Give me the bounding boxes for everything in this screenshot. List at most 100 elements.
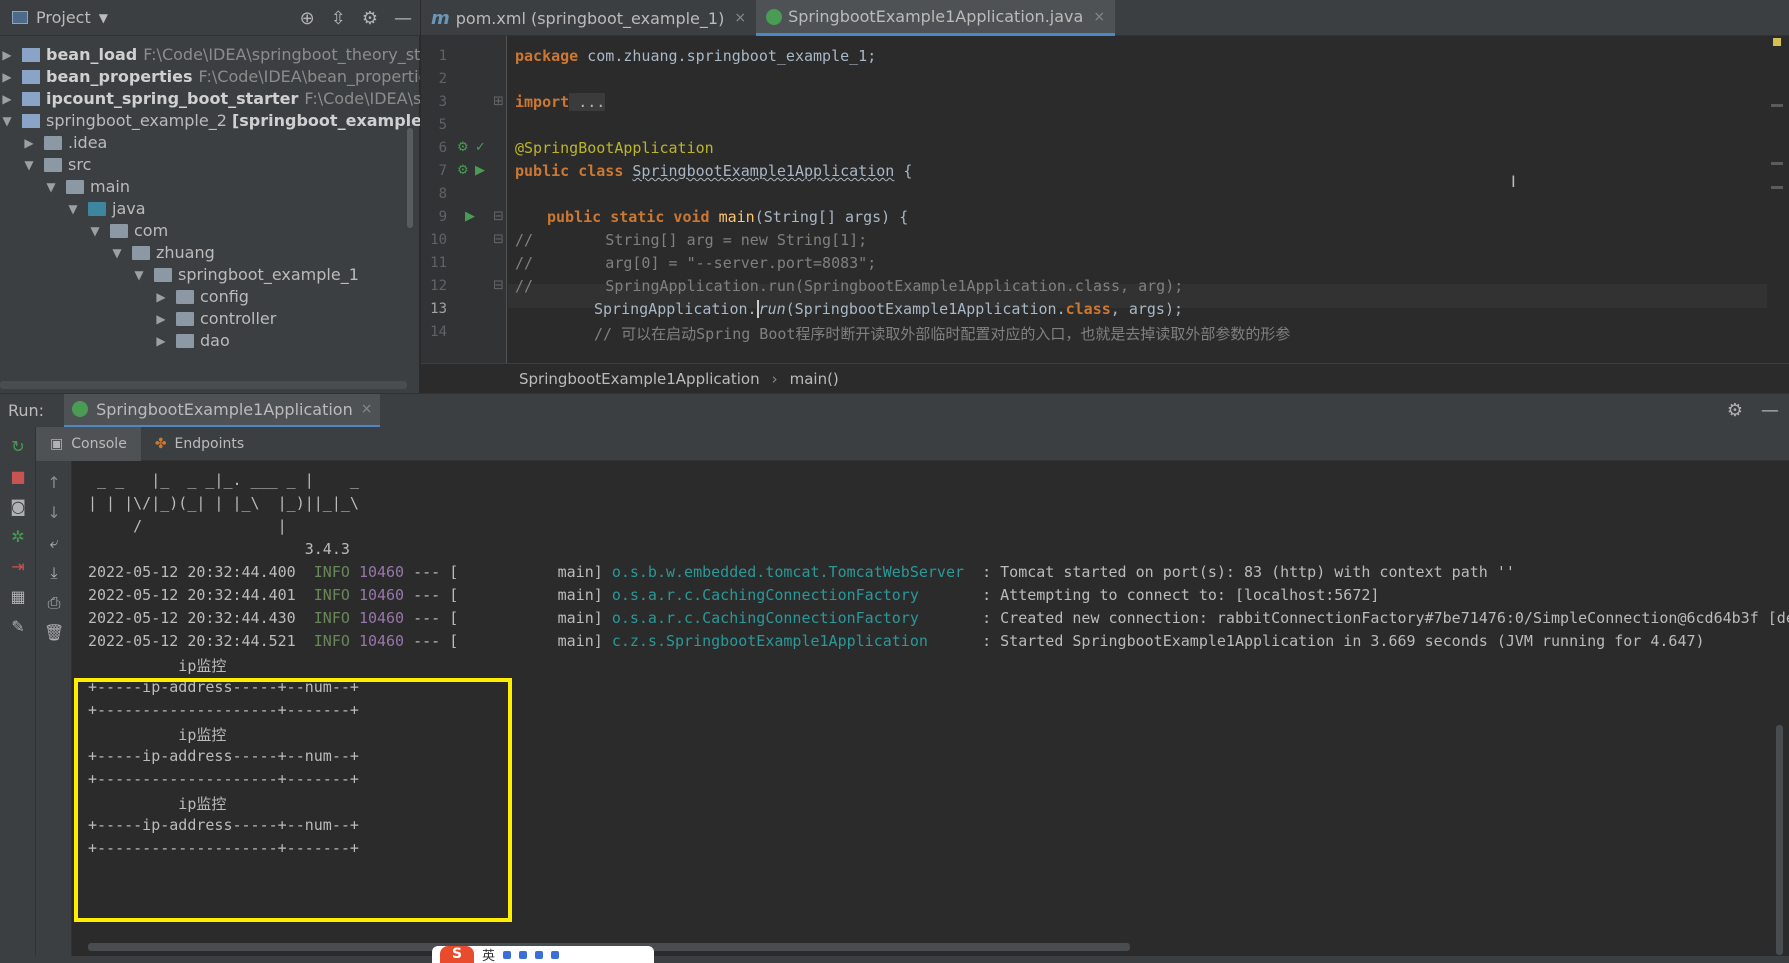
tab-endpoints[interactable]: ✤ Endpoints xyxy=(141,427,258,461)
stripe-mark[interactable] xyxy=(1771,186,1783,189)
close-icon[interactable]: × xyxy=(1093,9,1105,25)
gear-icon[interactable]: ⚙ xyxy=(362,8,378,29)
code-text: com.zhuang.springboot_example_1; xyxy=(578,47,877,65)
fold-icon[interactable]: ⊟ xyxy=(493,232,504,247)
log-pid: 10460 xyxy=(358,632,405,650)
chevron-down-icon[interactable]: ▼ xyxy=(44,180,58,194)
log-level: INFO xyxy=(313,563,350,581)
line-number: 14 xyxy=(430,324,447,340)
spring-bean-icon[interactable]: ✓ xyxy=(475,140,486,155)
breadcrumb-method[interactable]: main() xyxy=(790,370,839,388)
log-logger[interactable]: c.z.s.SpringbootExample1Application xyxy=(612,632,928,650)
ime-tool-icon[interactable] xyxy=(551,950,560,959)
ime-tool-icon[interactable] xyxy=(503,950,512,959)
tab-springboot-application[interactable]: SpringbootExample1Application.java × xyxy=(756,0,1116,36)
chevron-right-icon[interactable]: ▶ xyxy=(154,312,168,326)
chevron-right-icon[interactable]: ▶ xyxy=(0,48,14,62)
debug-icon[interactable]: ✲ xyxy=(8,527,28,547)
code-line-12: // SpringApplication.run(SpringbootExamp… xyxy=(515,277,1184,295)
chevron-down-icon[interactable]: ▼ xyxy=(110,246,124,260)
ime-toolbar[interactable]: S 英 xyxy=(432,946,654,963)
locate-icon[interactable]: ⊕ xyxy=(300,8,315,29)
ime-tool-icon[interactable] xyxy=(535,950,544,959)
spring-bean-icon[interactable]: ⚙ xyxy=(457,140,469,155)
spring-bean-icon[interactable]: ⚙ xyxy=(457,163,469,178)
tree-item-label: com xyxy=(134,221,169,240)
arrow-up-icon[interactable]: ↑ xyxy=(44,473,64,493)
code-line-13: SpringApplication. run(SpringbootExample1… xyxy=(594,300,1183,318)
log-line: 2022-05-12 20:32:44.430 INFO 10460 --- [… xyxy=(88,609,1789,627)
chevron-down-icon[interactable]: ▼ xyxy=(132,268,146,282)
tree-vertical-scrollbar[interactable] xyxy=(407,128,413,228)
pin-icon[interactable]: ✎ xyxy=(8,617,28,637)
tree-horizontal-scrollbar[interactable] xyxy=(0,381,407,389)
tree-item-dao[interactable]: ▶ dao xyxy=(154,328,230,353)
project-view-selector[interactable]: Project ▼ xyxy=(12,8,108,27)
fold-icon[interactable]: ⊟ xyxy=(493,278,504,293)
chevron-right-icon[interactable]: ▶ xyxy=(22,136,36,150)
log-date: 2022-05-12 20:32:44.430 xyxy=(88,609,296,627)
chevron-right-icon[interactable]: ▶ xyxy=(0,92,14,106)
scroll-to-end-icon[interactable]: ⤓ xyxy=(44,563,64,583)
log-logger[interactable]: o.s.b.w.embedded.tomcat.TomcatWebServer xyxy=(612,563,964,581)
rerun-icon[interactable]: ↻ xyxy=(8,437,28,457)
console-icon: ▣ xyxy=(50,435,64,452)
chevron-down-icon[interactable]: ▼ xyxy=(0,114,14,128)
tab-pom-xml[interactable]: m pom.xml (springboot_example_1) × xyxy=(421,0,756,36)
editor-error-stripe[interactable] xyxy=(1767,36,1789,393)
run-config-tab[interactable]: SpringbootExample1Application × xyxy=(64,393,381,428)
run-icon[interactable]: ▶ xyxy=(465,209,475,224)
ime-tool-icon[interactable] xyxy=(519,950,528,959)
highlight-box xyxy=(74,678,512,922)
fold-icon[interactable]: ⊟ xyxy=(493,209,504,224)
code-editor[interactable]: 1 2 3 5 6 7 8 9 10 11 12 13 14 ⚙ ✓ ⚙ ▶ ▶… xyxy=(421,36,1789,363)
tree-item-label: ipcount_spring_boot_starter xyxy=(46,89,299,108)
chevron-down-icon[interactable]: ▼ xyxy=(88,224,102,238)
tab-console[interactable]: ▣ Console xyxy=(36,426,141,461)
folded-imports[interactable]: ... xyxy=(569,93,606,111)
log-date: 2022-05-12 20:32:44.401 xyxy=(88,586,296,604)
breadcrumb-class[interactable]: SpringbootExample1Application xyxy=(519,370,760,388)
tree-item-label: dao xyxy=(200,331,230,350)
exit-icon[interactable]: ⇥ xyxy=(8,557,28,577)
soft-wrap-icon[interactable]: ⤶ xyxy=(44,533,64,553)
log-message: : Started SpringbootExample1Application … xyxy=(982,632,1705,650)
chevron-right-icon[interactable]: ▶ xyxy=(154,334,168,348)
chevron-right-icon[interactable]: ▶ xyxy=(154,290,168,304)
arrow-down-icon[interactable]: ↓ xyxy=(44,503,64,523)
stripe-mark[interactable] xyxy=(1771,162,1783,165)
print-icon[interactable]: ⎙ xyxy=(44,593,64,613)
log-logger[interactable]: o.s.a.r.c.CachingConnectionFactory xyxy=(612,586,919,604)
trash-icon[interactable]: 🗑 xyxy=(44,623,64,643)
inspection-status-icon[interactable] xyxy=(1773,38,1781,46)
console-vertical-scrollbar[interactable] xyxy=(1776,725,1783,955)
run-icon[interactable]: ▶ xyxy=(475,163,485,178)
layout-icon[interactable]: ▦ xyxy=(8,587,28,607)
stripe-mark[interactable] xyxy=(1771,104,1783,107)
line-number: 3 xyxy=(438,94,447,110)
collapse-all-icon[interactable]: ⇳ xyxy=(331,8,346,29)
tree-item-label: .idea xyxy=(68,133,108,152)
close-icon[interactable]: × xyxy=(734,10,746,26)
gear-icon[interactable]: ⚙ xyxy=(1727,400,1743,421)
chevron-down-icon[interactable]: ▼ xyxy=(22,158,36,172)
package-icon xyxy=(176,311,194,326)
ime-mode[interactable]: 英 xyxy=(482,946,495,963)
log-sep: --- [ xyxy=(413,632,459,650)
chevron-right-icon[interactable]: ▶ xyxy=(0,70,14,84)
java-class-icon xyxy=(766,8,783,25)
camera-icon[interactable]: ◙ xyxy=(8,497,28,517)
tree-item-label: springboot_example_1 xyxy=(178,265,359,284)
tree-item-path: F:\Code\IDEA\springboot_theory_study xyxy=(143,45,420,64)
minimize-icon[interactable]: — xyxy=(1761,400,1779,421)
keyword: class xyxy=(1065,300,1111,318)
fold-icon[interactable]: ⊞ xyxy=(493,94,504,109)
close-icon[interactable]: × xyxy=(361,401,373,417)
run-label: Run: xyxy=(8,401,45,420)
source-folder-icon xyxy=(88,201,106,216)
log-logger[interactable]: o.s.a.r.c.CachingConnectionFactory xyxy=(612,609,919,627)
stop-icon[interactable]: ■ xyxy=(8,467,28,487)
line-number: 5 xyxy=(438,117,447,133)
minimize-icon[interactable]: — xyxy=(394,8,412,29)
chevron-down-icon[interactable]: ▼ xyxy=(66,202,80,216)
